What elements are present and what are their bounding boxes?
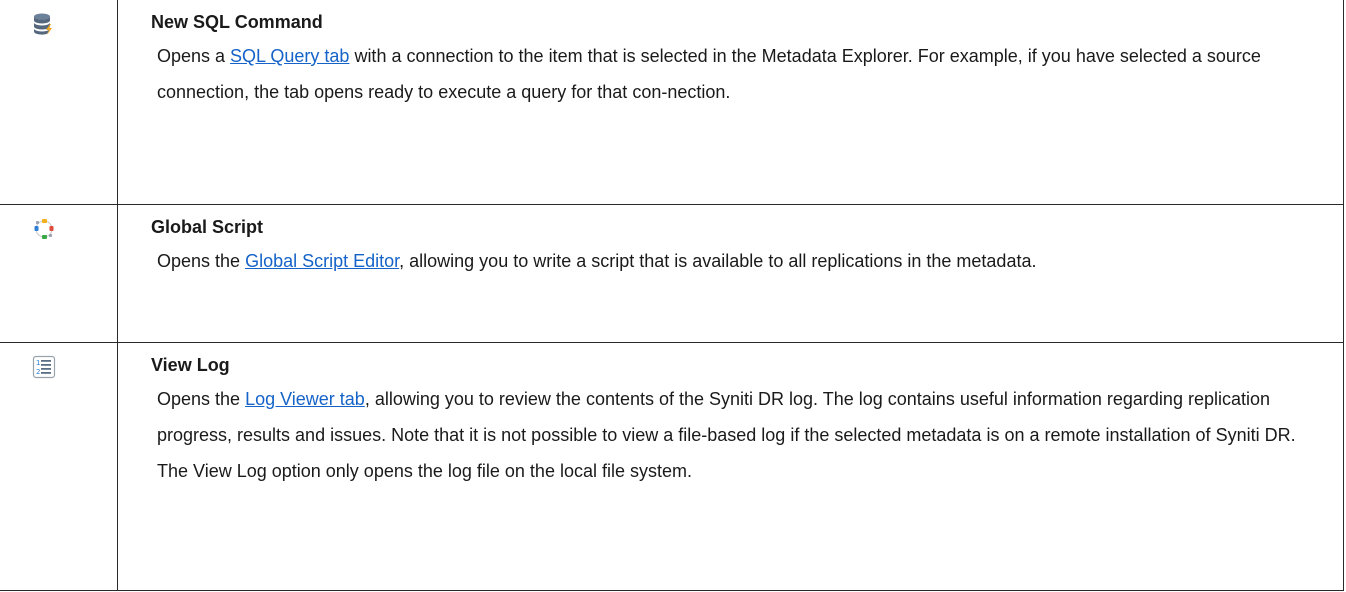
command-table: New SQL Command Opens a SQL Query tab wi… [0, 0, 1344, 591]
command-description: Opens the Global Script Editor, allowing… [151, 243, 1323, 279]
database-lightning-icon [32, 12, 117, 36]
log-viewer-tab-link[interactable]: Log Viewer tab [245, 389, 365, 409]
command-title: Global Script [151, 216, 264, 237]
svg-text:2: 2 [36, 368, 40, 376]
table-row: Global Script Opens the Global Script Ed… [0, 203, 1344, 343]
icon-cell: 1 2 [0, 341, 118, 591]
command-title: View Log [151, 354, 230, 375]
command-description: Opens the Log Viewer tab, allowing you t… [151, 381, 1323, 489]
icon-cell [0, 203, 118, 343]
svg-text:1: 1 [36, 359, 40, 367]
description-text: Opens the [157, 250, 246, 271]
command-description: Opens a SQL Query tab with a connection … [151, 38, 1323, 110]
description-cell: Global Script Opens the Global Script Ed… [117, 203, 1344, 343]
table-row: New SQL Command Opens a SQL Query tab wi… [0, 0, 1344, 205]
table-row: 1 2 View Log Opens the Log Viewer tab, a… [0, 341, 1344, 591]
description-text: , allowing you to write a script that is… [399, 250, 1037, 271]
numbered-list-icon: 1 2 [32, 355, 117, 379]
icon-cell [0, 0, 118, 205]
description-text: Opens the [157, 388, 246, 409]
description-cell: New SQL Command Opens a SQL Query tab wi… [117, 0, 1344, 205]
description-text: Opens a [157, 46, 231, 66]
global-script-editor-link[interactable]: Global Script Editor [245, 251, 399, 271]
description-cell: View Log Opens the Log Viewer tab, allow… [117, 341, 1344, 591]
command-title: New SQL Command [151, 12, 323, 32]
global-script-icon [32, 217, 117, 241]
sql-query-tab-link[interactable]: SQL Query tab [230, 46, 349, 66]
